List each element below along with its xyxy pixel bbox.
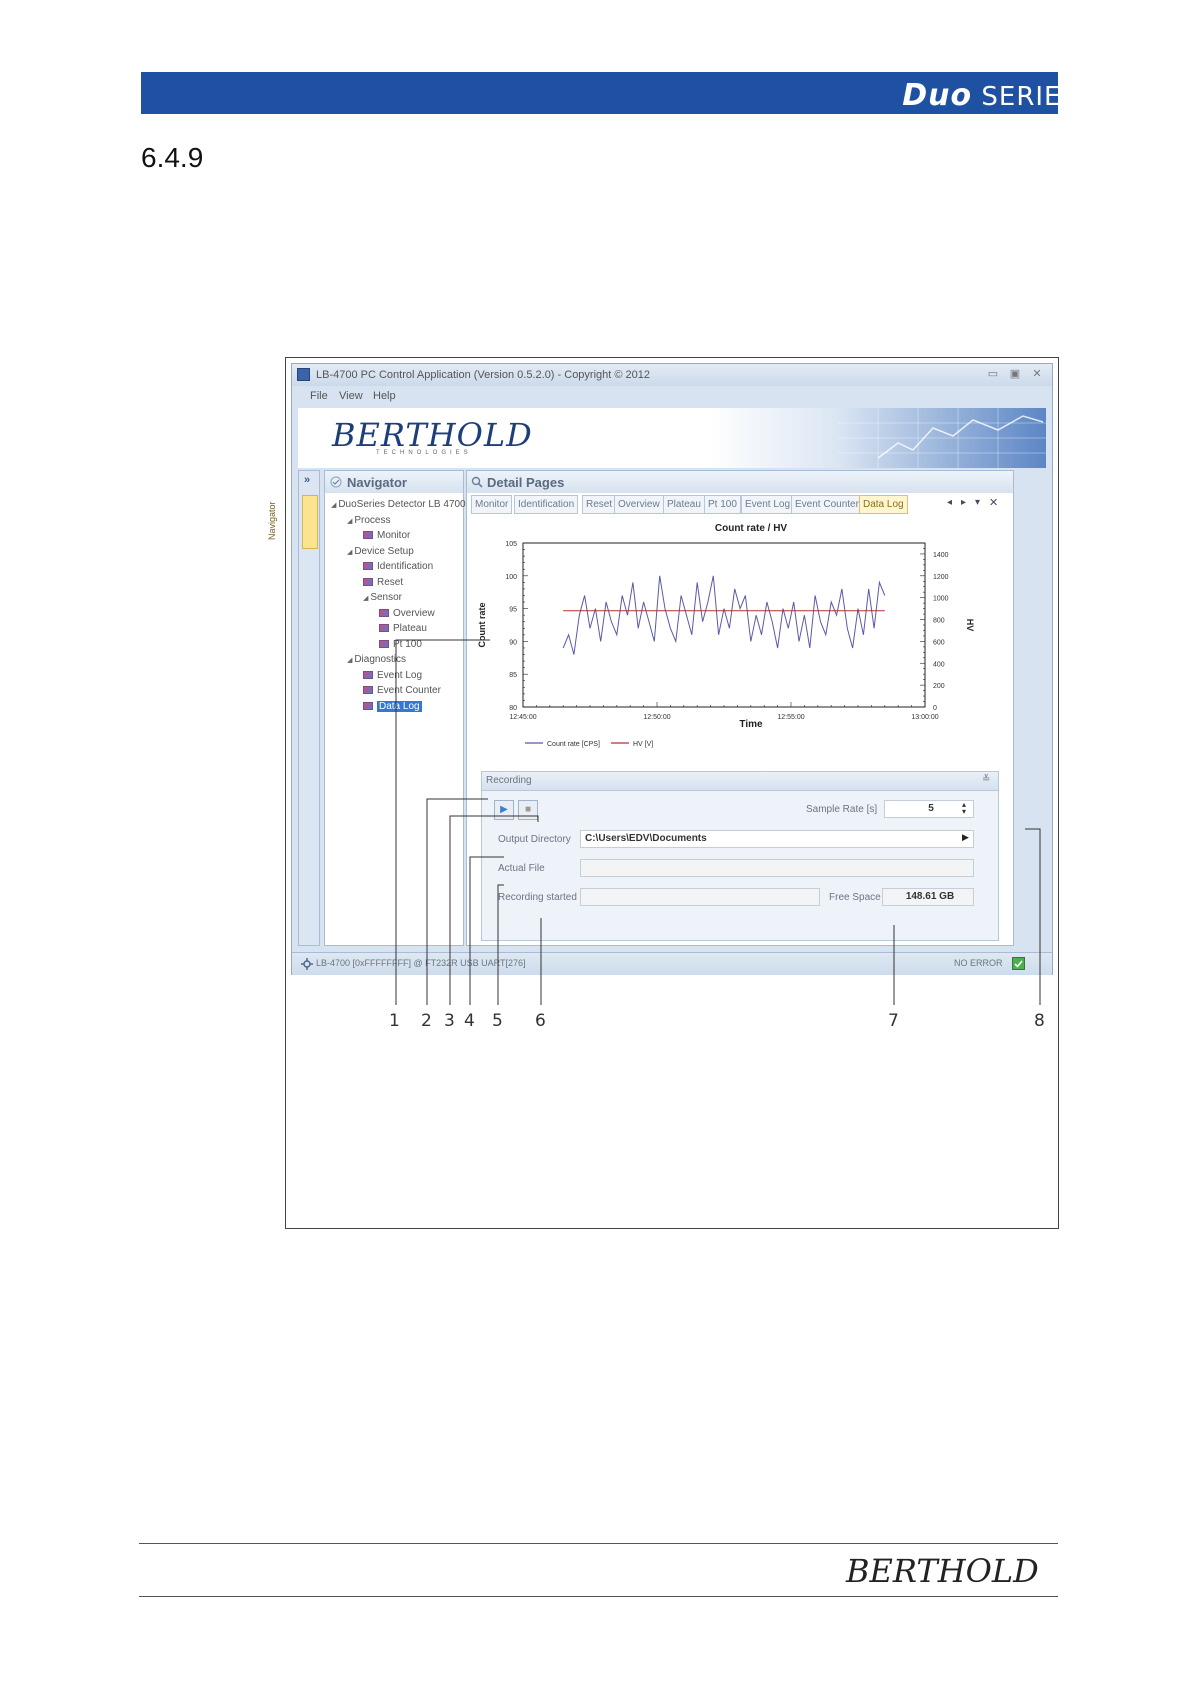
callout-3: 3 (444, 1011, 455, 1031)
callout-7: 7 (888, 1011, 899, 1031)
callout-4: 4 (464, 1011, 475, 1031)
callout-8: 8 (1034, 1011, 1045, 1031)
callout-6: 6 (535, 1011, 546, 1031)
footer-rule-top (139, 1543, 1058, 1544)
callout-lines (395, 639, 1041, 1005)
callout-1: 1 (389, 1011, 400, 1031)
callout-5: 5 (492, 1011, 503, 1031)
footer-rule-bottom (139, 1596, 1058, 1597)
callout-2: 2 (421, 1011, 432, 1031)
footer-berthold-logo: BERTHOLD (846, 1552, 1039, 1590)
